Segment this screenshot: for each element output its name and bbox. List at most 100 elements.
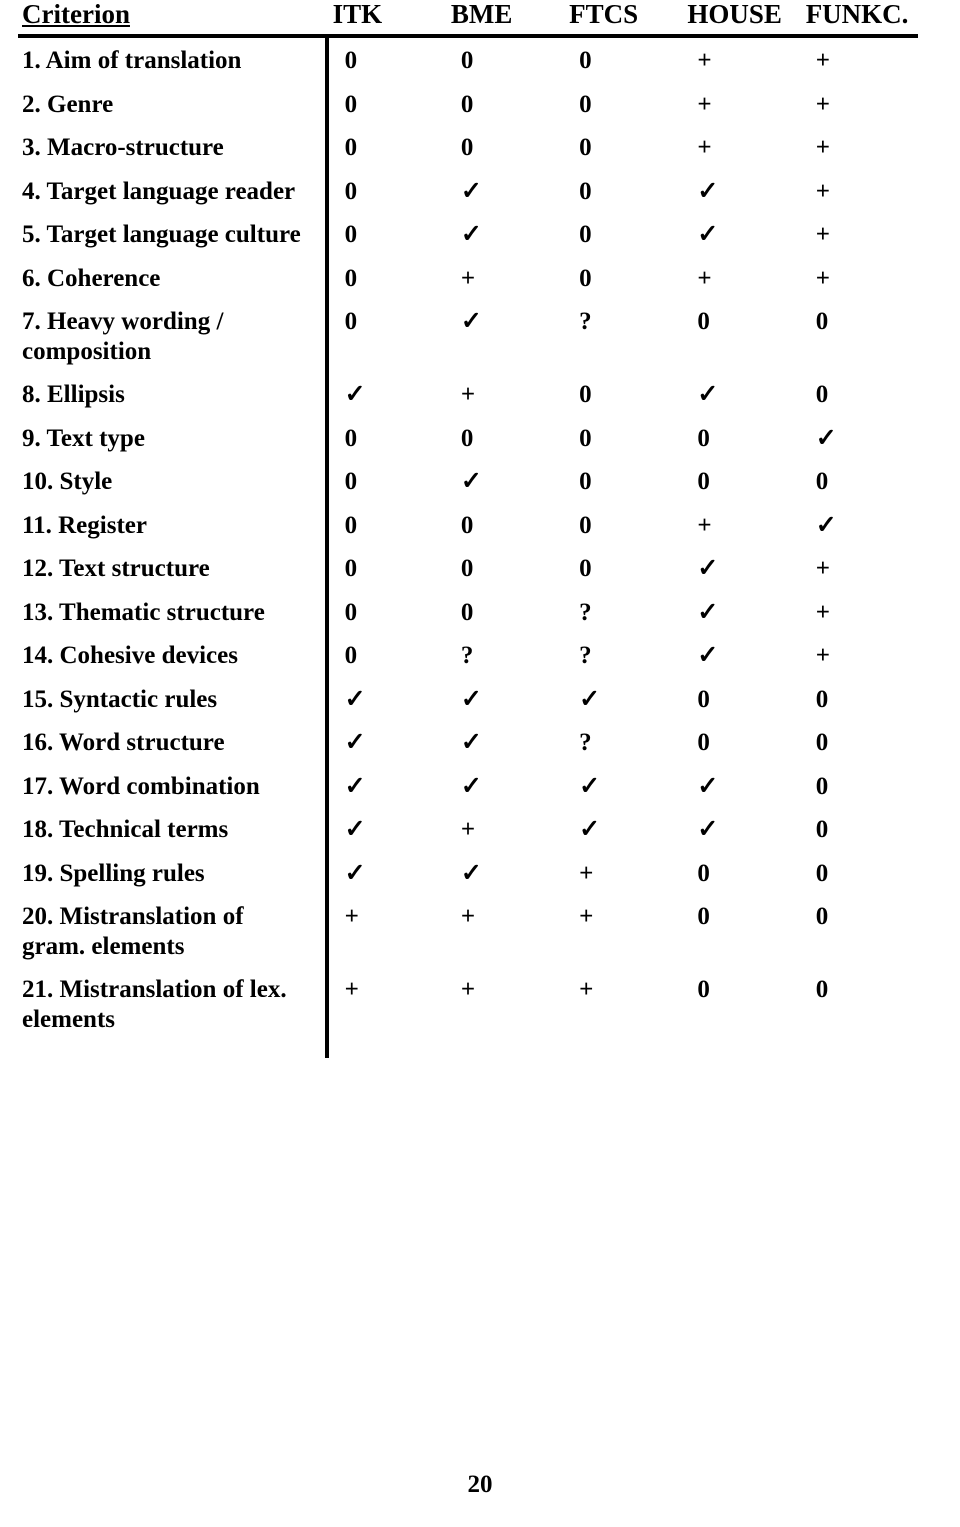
cell-value: 0 <box>697 685 710 713</box>
cell-value: ? <box>579 598 592 626</box>
cell-value: 0 <box>460 555 474 583</box>
cell-value: ✓ <box>579 816 601 844</box>
table-row: 2. Genre 0 0 0 + + <box>18 81 918 126</box>
column-header-funkc: FUNKC. <box>799 0 918 39</box>
cell-value: ? <box>579 642 592 670</box>
cell-value: + <box>344 976 359 1004</box>
cell-value: ✓ <box>697 816 719 844</box>
row-label: 15. Syntactic rules <box>18 676 329 721</box>
cell-value: 0 <box>344 642 358 670</box>
cell-value: + <box>460 264 476 292</box>
row-label: 4. Target language reader <box>18 168 329 213</box>
cell-value: 0 <box>344 134 358 162</box>
cell-value: ✓ <box>697 598 719 626</box>
cell-value: 0 <box>579 221 592 249</box>
cell-value: ✓ <box>460 221 482 249</box>
cell-value: + <box>815 134 830 162</box>
cell-value: 0 <box>697 976 710 1004</box>
table-row: 3. Macro-structure 0 0 0 + + <box>18 125 918 169</box>
cell-value: + <box>815 264 830 292</box>
row-label: 10. Style <box>18 459 329 503</box>
cell-value: + <box>697 264 712 292</box>
cell-value: 0 <box>460 90 474 118</box>
cell-value: 0 <box>815 468 829 496</box>
cell-value: + <box>579 903 594 931</box>
cell-value: + <box>460 816 476 844</box>
cell-value: ✓ <box>697 177 719 205</box>
cell-value: 0 <box>344 177 358 205</box>
table-row: 15. Syntactic rules ✓ ✓ ✓ 0 0 <box>18 676 918 721</box>
cell-value: 0 <box>344 221 358 249</box>
row-label: 14. Cohesive devices <box>18 633 329 677</box>
cell-value: + <box>815 47 830 75</box>
table-row: 9. Text type 0 0 0 0 ✓ <box>18 415 918 460</box>
cell-value: + <box>697 90 712 118</box>
cell-value: ✓ <box>697 555 719 583</box>
column-header-criterion: Criterion <box>18 0 327 39</box>
row-label: 18. Technical terms <box>18 807 329 851</box>
row-label: 17. Word combination <box>18 763 329 808</box>
cell-value: ✓ <box>344 772 366 800</box>
cell-value: ✓ <box>697 381 719 409</box>
cell-value: ✓ <box>697 642 719 670</box>
row-label: 9. Text type <box>18 415 329 460</box>
cell-value: ? <box>460 642 474 670</box>
table-spacer-cell <box>563 1040 681 1058</box>
cell-value: 0 <box>344 424 358 452</box>
cell-value: ✓ <box>344 859 366 887</box>
cell-value: + <box>460 903 476 931</box>
criteria-comparison-table: Criterion ITK BME FTCS HOUSE FUNKC. 1. A… <box>18 0 918 1059</box>
cell-value: + <box>815 642 830 670</box>
cell-value: 0 <box>815 685 829 713</box>
row-label: 21. Mistranslation of lex. elements <box>18 967 329 1041</box>
cell-value: 0 <box>579 264 592 292</box>
cell-value: 0 <box>815 903 829 931</box>
cell-value: 0 <box>460 47 474 75</box>
cell-value: 0 <box>344 468 358 496</box>
cell-value: + <box>697 47 712 75</box>
cell-value: 0 <box>815 816 829 844</box>
cell-value: 0 <box>815 381 829 409</box>
table-spacer-cell <box>327 1040 445 1058</box>
cell-value: 0 <box>344 90 358 118</box>
cell-value: ✓ <box>460 177 482 205</box>
cell-value: ✓ <box>460 772 482 800</box>
cell-value: 0 <box>460 511 474 539</box>
document-page: Criterion ITK BME FTCS HOUSE FUNKC. 1. A… <box>0 0 960 1527</box>
row-label: 19. Spelling rules <box>18 850 329 895</box>
table-row: 1. Aim of translation 0 0 0 + + <box>18 36 918 82</box>
cell-value: ✓ <box>460 859 482 887</box>
cell-value: ✓ <box>344 816 366 844</box>
cell-value: ✓ <box>579 772 601 800</box>
table-row: 10. Style 0 ✓ 0 0 0 <box>18 459 918 503</box>
column-header-itk: ITK <box>326 0 445 39</box>
table-body: 1. Aim of translation 0 0 0 + +2. Genre 0 0 0 + +3… <box>18 36 918 1059</box>
table-row: 4. Target language reader 0 ✓ 0 ✓ + <box>18 168 918 213</box>
column-header-house: HOUSE <box>681 0 800 39</box>
cell-value: 0 <box>697 308 710 336</box>
cell-value: ✓ <box>579 685 601 713</box>
cell-value: 0 <box>460 424 474 452</box>
cell-value: + <box>344 903 359 931</box>
cell-value: ✓ <box>460 729 482 757</box>
table-row: 7. Heavy wording / composition 0 ✓? 0 0 <box>18 299 918 373</box>
cell-value: ✓ <box>344 381 366 409</box>
cell-value: 0 <box>460 134 474 162</box>
table-spacer-cell <box>445 1040 563 1058</box>
cell-value: 0 <box>815 772 829 800</box>
column-header-bme: BME <box>444 0 564 39</box>
table-row: 17. Word combination ✓ ✓ ✓ ✓ 0 <box>18 763 918 808</box>
row-label: 7. Heavy wording / composition <box>18 299 329 373</box>
table-spacer-cell <box>681 1040 799 1058</box>
table-row: 18. Technical terms ✓ + ✓ ✓ 0 <box>18 807 918 851</box>
cell-value: ✓ <box>815 424 837 452</box>
cell-value: 0 <box>344 511 358 539</box>
table-row: 6. Coherence 0 +0 + + <box>18 255 918 300</box>
table-row: 8. Ellipsis ✓ +0 ✓ 0 <box>18 372 918 416</box>
cell-value: ✓ <box>460 685 482 713</box>
cell-value: 0 <box>579 468 592 496</box>
row-label: 6. Coherence <box>18 255 329 300</box>
cell-value: 0 <box>815 729 829 757</box>
cell-value: + <box>815 221 830 249</box>
cell-value: 0 <box>579 47 592 75</box>
